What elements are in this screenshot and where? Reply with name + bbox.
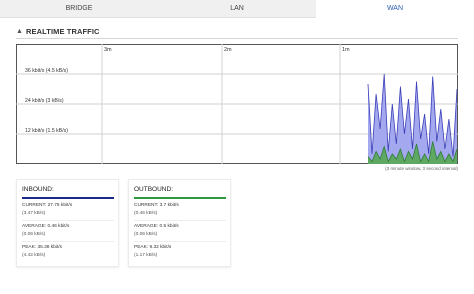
- outbound-current-value: CURRENT: 3.7 kbit/s: [134, 203, 179, 208]
- outbound-peak-sub: (1.17 kB/s): [134, 252, 158, 258]
- inbound-current-value: CURRENT: 27.75 kbit/s: [22, 203, 73, 208]
- outbound-peak: PEAK: 9.32 kbit/s (1.17 kB/s): [134, 244, 226, 259]
- inbound-title: INBOUND:: [22, 186, 54, 193]
- tab-lan[interactable]: LAN: [158, 0, 316, 18]
- inbound-peak-sub: (4.42 kB/s): [22, 252, 46, 258]
- traffic-graph: 3m 2m 1m 36 kbit/s (4.5 kB/s) 24 kbit/s (3 k…: [16, 44, 458, 164]
- inbound-peak-value: PEAK: 35.38 kbit/s: [22, 245, 62, 250]
- time-label: 2m: [224, 47, 232, 53]
- outbound-current: CURRENT: 3.7 kbit/s (0.46 kB/s): [134, 202, 226, 217]
- inbound-average-value: AVERAGE: 0.46 kbit/s: [22, 224, 70, 229]
- graph-window-note: (3 minute window, 3 second interval): [385, 166, 458, 171]
- outbound-color-bar: [134, 197, 226, 199]
- inbound-panel: INBOUND: CURRENT: 27.75 kbit/s (3.47 kB/…: [16, 179, 119, 267]
- realtime-traffic-header[interactable]: ▲ REALTIME TRAFFIC: [16, 27, 458, 39]
- outbound-peak-value: PEAK: 9.32 kbit/s: [134, 245, 172, 250]
- inbound-peak: PEAK: 35.38 kbit/s (4.42 kB/s): [22, 244, 114, 259]
- value-label: 24 kbit/s (3 kB/s): [25, 98, 64, 104]
- inbound-average: AVERAGE: 0.46 kbit/s (0.06 kB/s): [22, 223, 114, 238]
- outbound-average-sub: (0.06 kB/s): [134, 231, 158, 237]
- stat-divider: [22, 220, 114, 221]
- inbound-average-sub: (0.06 kB/s): [22, 231, 46, 237]
- inbound-current: CURRENT: 27.75 kbit/s (3.47 kB/s): [22, 202, 114, 217]
- outbound-title: OUTBOUND:: [134, 186, 173, 193]
- value-label: 12 kbit/s (1.5 kB/s): [25, 128, 68, 134]
- stat-divider: [22, 241, 114, 242]
- inbound-color-bar: [22, 197, 114, 199]
- outbound-panel: OUTBOUND: CURRENT: 3.7 kbit/s (0.46 kB/s…: [128, 179, 231, 267]
- tab-wan[interactable]: WAN: [316, 0, 474, 18]
- outbound-average-value: AVERAGE: 0.5 kbit/s: [134, 224, 179, 229]
- traffic-graph-svg: 3m 2m 1m 36 kbit/s (4.5 kB/s) 24 kbit/s (3 k…: [16, 44, 458, 164]
- section-divider: [16, 38, 458, 39]
- outbound-current-sub: (0.46 kB/s): [134, 210, 158, 216]
- section-title: REALTIME TRAFFIC: [26, 27, 100, 36]
- inbound-current-sub: (3.47 kB/s): [22, 210, 46, 216]
- time-label: 3m: [104, 47, 112, 53]
- interface-tabs: BRIDGE LAN WAN: [0, 0, 474, 18]
- time-label: 1m: [342, 47, 350, 53]
- caret-up-icon[interactable]: ▲: [16, 28, 23, 35]
- tab-bridge[interactable]: BRIDGE: [0, 0, 158, 18]
- value-label: 36 kbit/s (4.5 kB/s): [25, 68, 68, 74]
- outbound-average: AVERAGE: 0.5 kbit/s (0.06 kB/s): [134, 223, 226, 238]
- stat-divider: [134, 241, 226, 242]
- stat-divider: [134, 220, 226, 221]
